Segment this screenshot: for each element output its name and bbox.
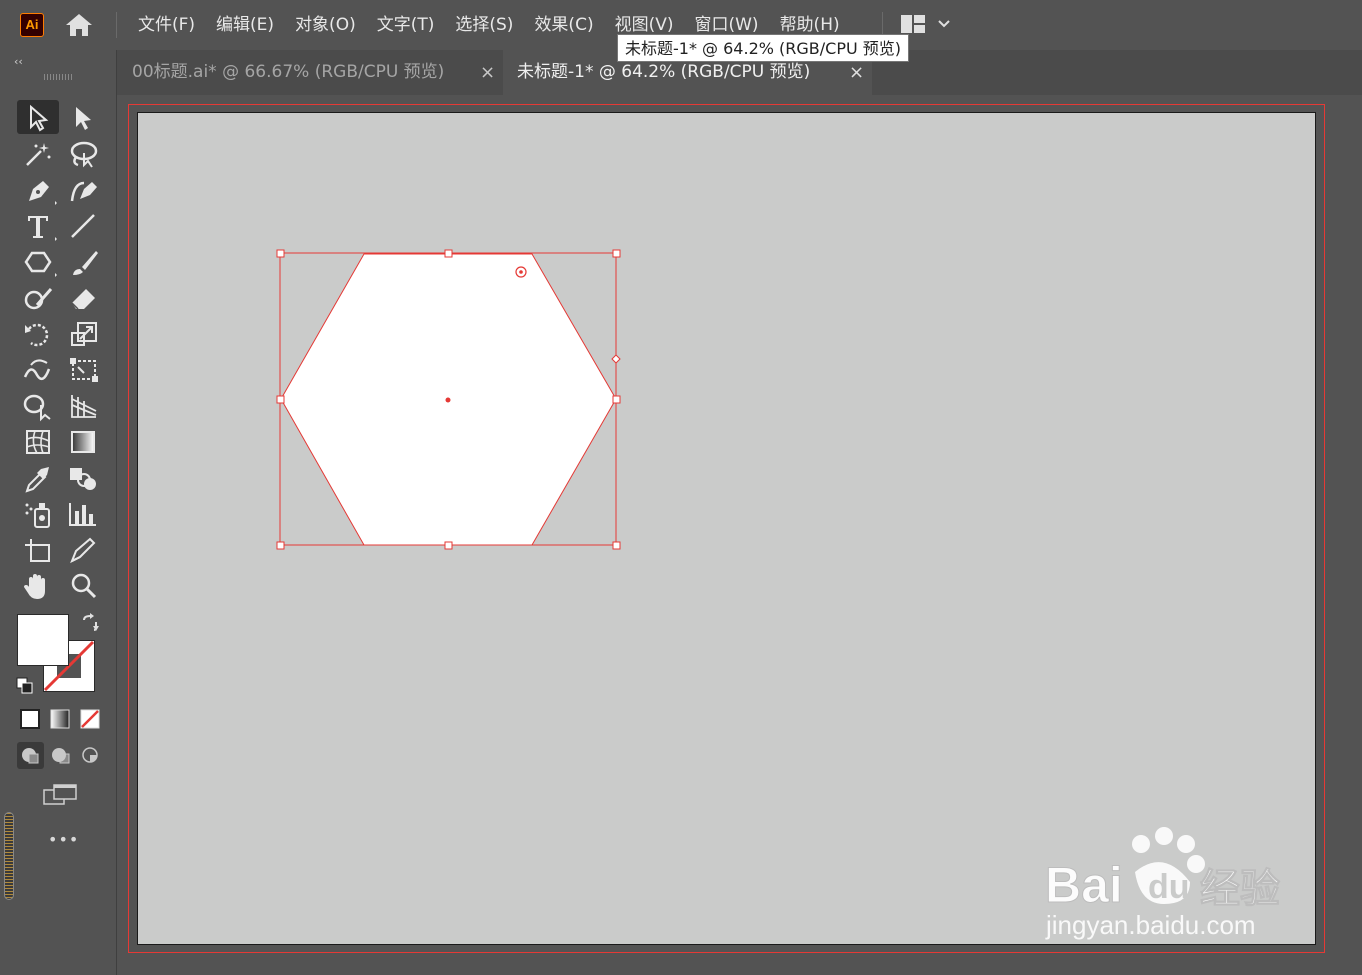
draw-behind-icon[interactable] [47, 742, 74, 769]
pen-tool-icon[interactable] [17, 173, 59, 207]
screen-mode-icon[interactable] [42, 782, 78, 808]
tab-label: 00标题.ai* @ 66.67% (RGB/CPU 预览) [132, 62, 445, 82]
color-mode-icon[interactable] [17, 706, 43, 732]
fill-color-swatch[interactable] [17, 614, 69, 666]
magic-wand-tool-icon[interactable] [17, 137, 59, 171]
shaper-tool-icon[interactable] [17, 281, 59, 315]
tab-tooltip: 未标题-1* @ 64.2% (RGB/CPU 预览) [617, 34, 910, 62]
menu-type[interactable]: 文字(T) [365, 0, 444, 50]
close-icon[interactable]: × [480, 50, 495, 95]
scale-tool-icon[interactable] [62, 317, 104, 351]
polygon-tool-icon[interactable] [17, 245, 59, 279]
home-icon[interactable] [64, 12, 94, 38]
blend-tool-icon[interactable] [62, 461, 104, 495]
eyedropper-tool-icon[interactable] [17, 461, 59, 495]
hand-tool-icon[interactable] [17, 569, 59, 603]
artboard-tool-icon[interactable] [17, 533, 59, 567]
collapse-panel-icon[interactable]: ‹‹ [14, 55, 23, 68]
watermark-url: jingyan.baidu.com [1046, 910, 1256, 940]
menu-separator [116, 12, 117, 38]
curvature-tool-icon[interactable] [62, 173, 104, 207]
swap-fill-stroke-icon[interactable] [78, 612, 102, 636]
panel-scrollbar[interactable] [4, 812, 14, 900]
menu-select[interactable]: 选择(S) [443, 0, 522, 50]
zoom-tool-icon[interactable] [62, 569, 104, 603]
svg-text:Bai: Bai [1045, 857, 1123, 913]
eraser-tool-icon[interactable] [62, 281, 104, 315]
warp-tool-icon[interactable] [17, 353, 59, 387]
perspective-grid-tool-icon[interactable] [62, 389, 104, 423]
menu-file[interactable]: 文件(F) [126, 0, 204, 50]
rotate-tool-icon[interactable] [17, 317, 59, 351]
type-tool-icon[interactable] [17, 209, 59, 243]
shape-builder-tool-icon[interactable] [17, 389, 59, 423]
gradient-tool-icon[interactable] [62, 425, 104, 459]
tab-document-00[interactable]: 00标题.ai* @ 66.67% (RGB/CPU 预览) × [117, 50, 502, 95]
menu-edit[interactable]: 编辑(E) [204, 0, 283, 50]
tab-label: 未标题-1* @ 64.2% (RGB/CPU 预览) [517, 62, 811, 82]
edit-toolbar-button[interactable]: ••• [48, 830, 79, 849]
draw-normal-icon[interactable] [17, 742, 44, 769]
lasso-tool-icon[interactable] [62, 137, 104, 171]
column-graph-tool-icon[interactable] [62, 497, 104, 531]
default-fill-stroke-icon[interactable] [15, 676, 35, 696]
draw-inside-icon[interactable] [77, 742, 104, 769]
selection-tool-icon[interactable] [17, 100, 59, 134]
slice-tool-icon[interactable] [62, 533, 104, 567]
svg-text:du: du [1148, 868, 1190, 906]
menu-effect[interactable]: 效果(C) [522, 0, 602, 50]
workspace-switcher-icon[interactable] [900, 14, 954, 36]
svg-text:经验: 经验 [1200, 866, 1280, 912]
menu-object[interactable]: 对象(O) [283, 0, 365, 50]
free-transform-tool-icon[interactable] [62, 353, 104, 387]
paintbrush-tool-icon[interactable] [62, 245, 104, 279]
mesh-tool-icon[interactable] [17, 425, 59, 459]
symbol-sprayer-tool-icon[interactable] [17, 497, 59, 531]
line-segment-tool-icon[interactable] [62, 209, 104, 243]
none-mode-icon[interactable] [77, 706, 103, 732]
gradient-mode-icon[interactable] [47, 706, 73, 732]
direct-selection-tool-icon[interactable] [62, 100, 104, 134]
panel-grip[interactable] [44, 74, 74, 80]
app-logo: Ai [20, 13, 44, 37]
